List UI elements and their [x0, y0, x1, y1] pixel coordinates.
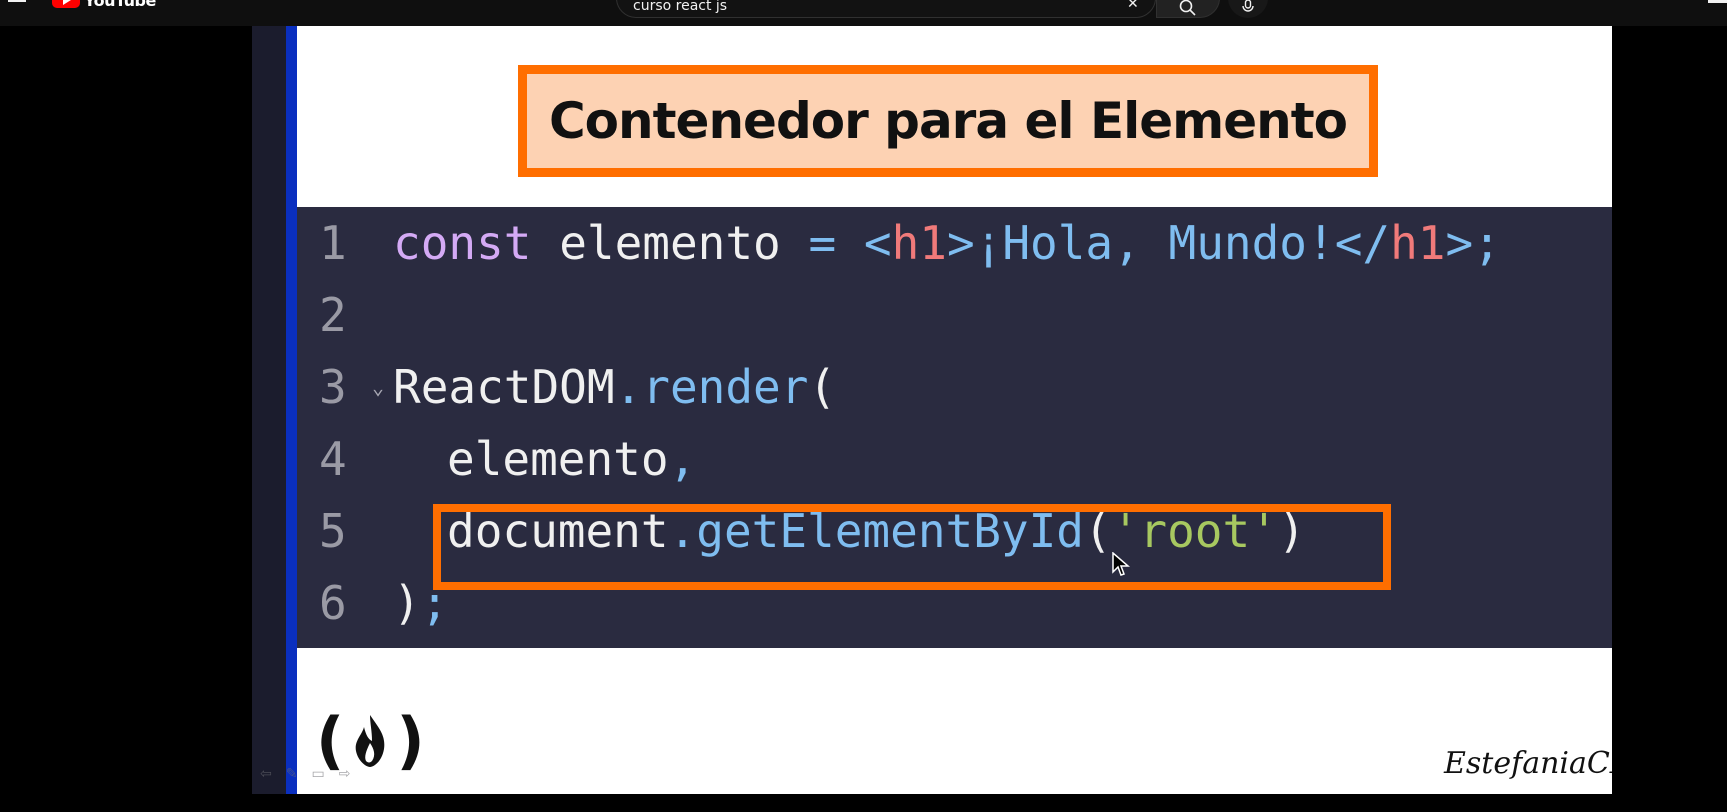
slide-title-box: Contenedor para el Elemento: [518, 65, 1378, 177]
search-icon: [1179, 0, 1196, 16]
youtube-logo-icon[interactable]: [52, 0, 80, 8]
code-line: 4 elemento,: [297, 423, 1612, 495]
search-button[interactable]: [1156, 0, 1220, 18]
slide-left-band: [252, 26, 286, 794]
line-number: 5: [319, 504, 347, 558]
slide-blue-band: [286, 26, 297, 794]
code-text: elemento,: [447, 432, 697, 486]
code-text: const elemento = <h1>¡Hola, Mundo!</h1>;: [393, 216, 1501, 270]
video-player[interactable]: Contenedor para el Elemento 1 const elem…: [252, 26, 1612, 794]
search-input-value[interactable]: curso react js: [633, 0, 727, 15]
line-number: 1: [319, 216, 347, 270]
code-line: 1 const elemento = <h1>¡Hola, Mundo!</h1…: [297, 207, 1612, 279]
search-input[interactable]: curso react js ✕: [616, 0, 1156, 18]
code-text: ReactDOM.render(: [393, 360, 837, 414]
youtube-logo-text[interactable]: YouTube: [84, 0, 156, 10]
mic-icon: [1242, 0, 1254, 12]
screen-icon[interactable]: ▭: [311, 766, 324, 782]
code-line: 3 ⌄ ReactDOM.render(: [297, 351, 1612, 423]
youtube-topbar: YouTube curso react js ✕: [0, 0, 1727, 26]
arrow-left-icon[interactable]: ⇦: [260, 766, 272, 782]
chevron-down-icon[interactable]: ⌄: [372, 351, 384, 423]
pen-icon[interactable]: ✎: [286, 766, 298, 782]
clear-icon[interactable]: ✕: [1127, 0, 1139, 11]
line-number: 4: [319, 432, 347, 486]
slide-nav-controls: ⇦ ✎ ▭ ⇨: [260, 766, 350, 782]
flame-icon: [356, 715, 385, 767]
arrow-right-icon[interactable]: ⇨: [339, 766, 351, 782]
code-block: 1 const elemento = <h1>¡Hola, Mundo!</h1…: [297, 207, 1612, 648]
line-number: 2: [319, 288, 347, 342]
slide-title: Contenedor para el Elemento: [548, 92, 1348, 150]
line-number: 3: [319, 360, 347, 414]
line-number: 6: [319, 576, 347, 630]
code-line: 2: [297, 279, 1612, 351]
author-signature: EstefaniaCN: [1444, 746, 1612, 781]
mouse-cursor-icon: [1112, 552, 1130, 576]
topbar-edge-control[interactable]: [1708, 0, 1727, 3]
voice-search-button[interactable]: [1228, 0, 1268, 18]
menu-icon[interactable]: [8, 0, 26, 6]
logo-paren-right: ): [396, 704, 425, 777]
highlight-box: [433, 504, 1391, 590]
